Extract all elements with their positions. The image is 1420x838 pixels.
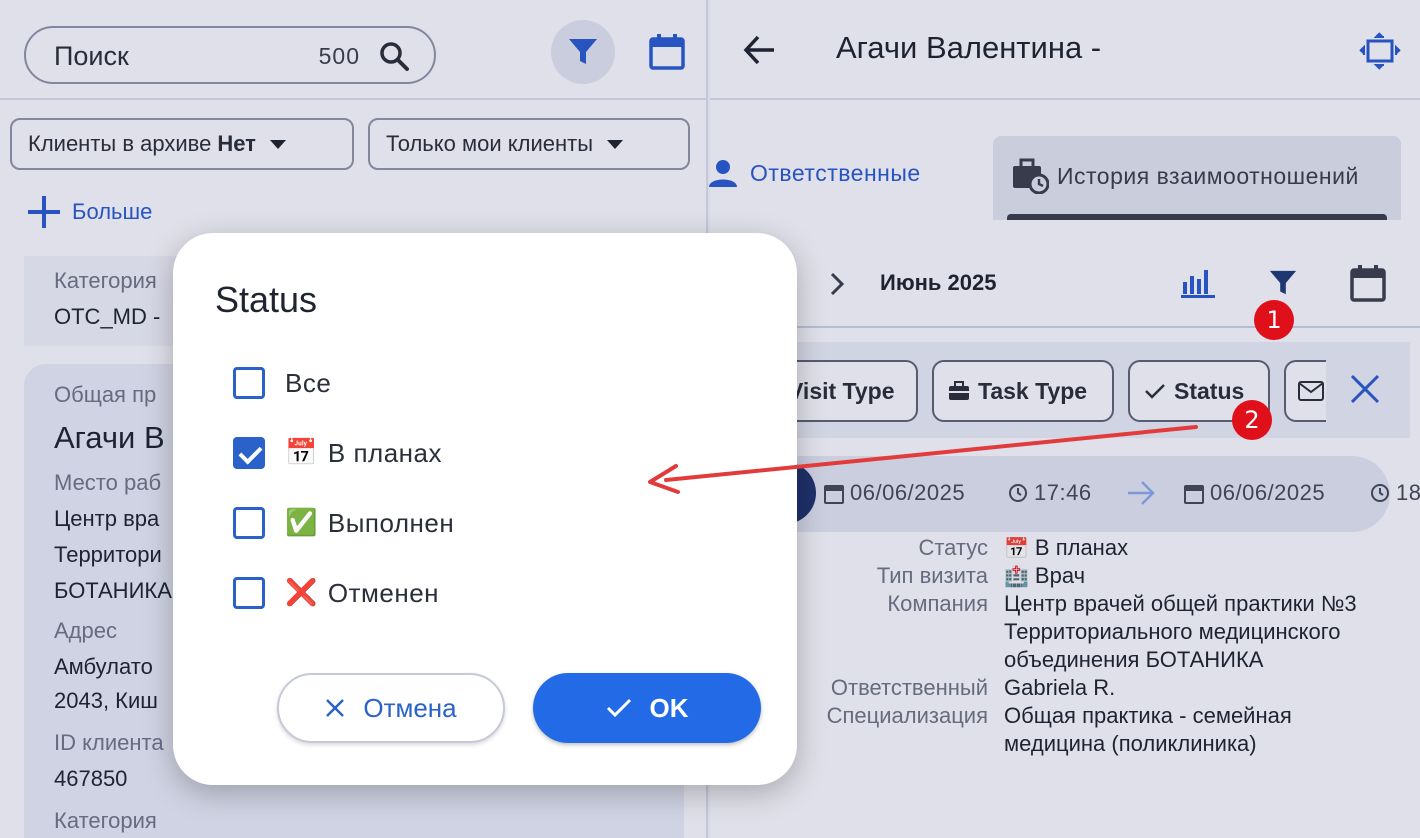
annotation-badge: 1 bbox=[1254, 300, 1294, 340]
annotation-badge: 2 bbox=[1232, 400, 1272, 440]
annotation-arrow bbox=[648, 425, 1198, 494]
